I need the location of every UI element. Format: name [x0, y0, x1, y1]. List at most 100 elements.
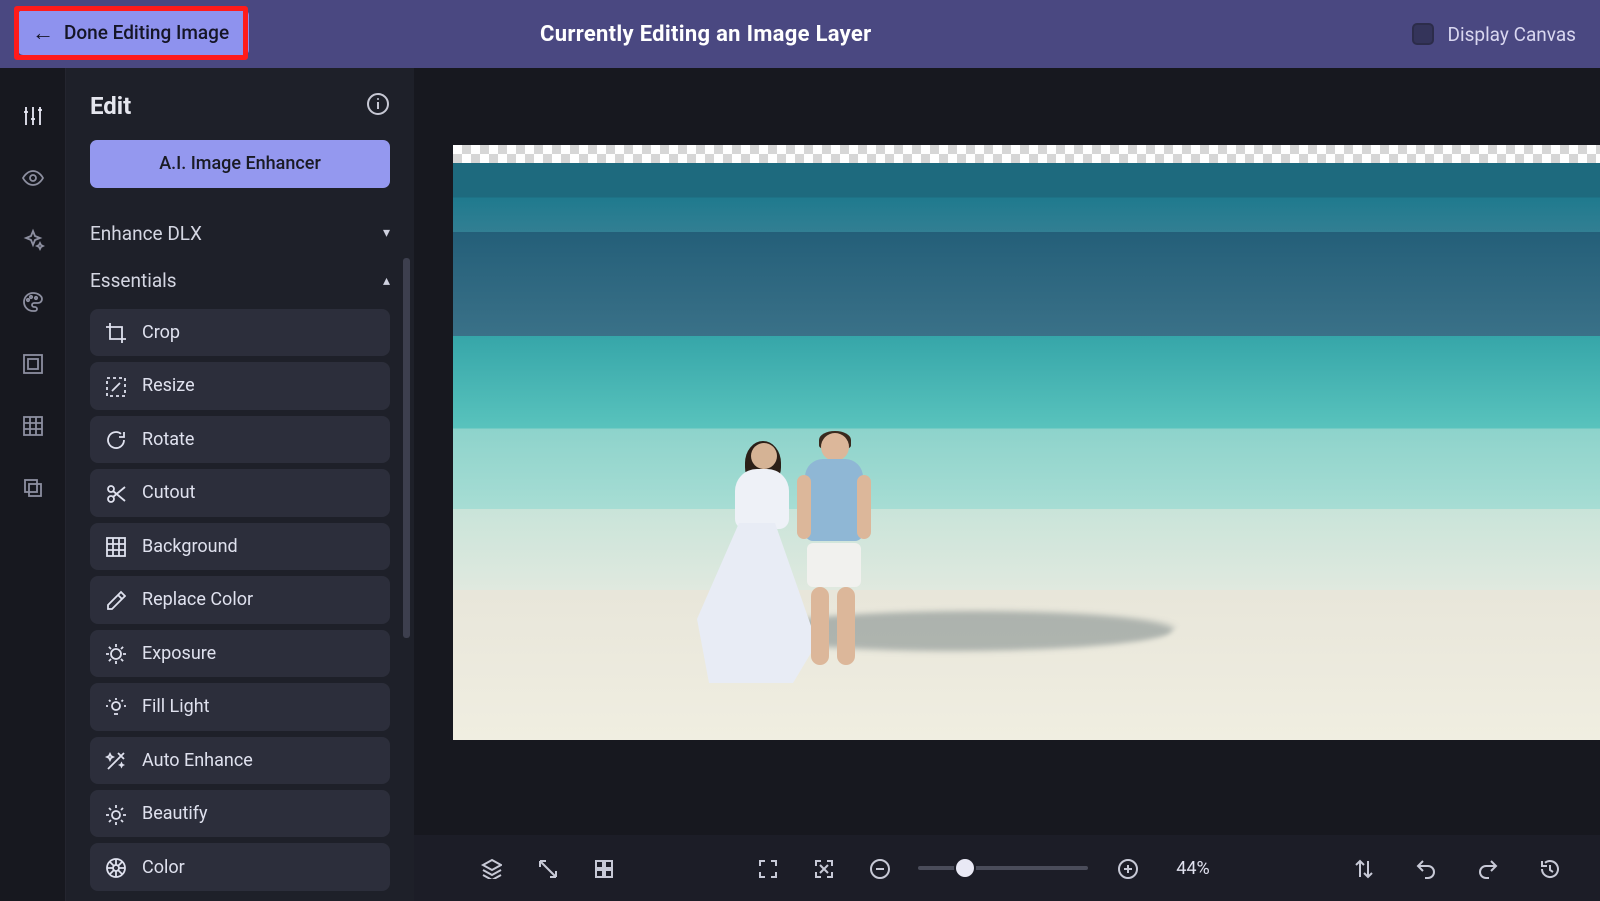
crop-icon — [104, 321, 126, 343]
checkbox-icon — [1412, 23, 1434, 45]
grid-button[interactable] — [582, 847, 624, 889]
actual-size-button[interactable] — [802, 847, 844, 889]
group-enhance-dlx-label: Enhance DLX — [90, 222, 202, 245]
cutout-icon — [104, 482, 126, 504]
beautify-icon — [104, 803, 126, 825]
tool-crop-label: Crop — [142, 322, 180, 343]
tool-rotate[interactable]: Rotate — [90, 416, 390, 463]
tool-beautify[interactable]: Beautify — [90, 790, 390, 837]
rotate-icon — [104, 428, 126, 450]
tool-replace-color[interactable]: Replace Color — [90, 576, 390, 623]
eyedropper-icon — [104, 589, 126, 611]
layers-icon — [480, 857, 502, 879]
tool-color-label: Color — [142, 857, 185, 878]
tool-rotate-label: Rotate — [142, 429, 194, 450]
background-icon — [104, 535, 126, 557]
canvas-area: 44% — [414, 68, 1600, 901]
expand-icon — [536, 857, 558, 879]
ai-image-enhancer-label: A.I. Image Enhancer — [159, 153, 321, 174]
ai-image-enhancer-button[interactable]: A.I. Image Enhancer — [90, 140, 390, 188]
zoom-out-button[interactable] — [858, 847, 900, 889]
rail-layers[interactable] — [19, 474, 47, 502]
rail-eye[interactable] — [19, 164, 47, 192]
eye-icon — [21, 166, 45, 190]
history-group — [1342, 847, 1570, 889]
tool-crop[interactable]: Crop — [90, 309, 390, 356]
layers-button[interactable] — [470, 847, 512, 889]
tool-exposure[interactable]: Exposure — [90, 630, 390, 677]
tool-background-label: Background — [142, 536, 238, 557]
compare-button[interactable] — [1342, 847, 1384, 889]
zoom-controls: 44% — [858, 847, 1220, 889]
zoom-out-icon — [868, 857, 890, 879]
exposure-icon — [104, 642, 126, 664]
tool-resize-label: Resize — [142, 375, 195, 396]
tool-fill-light-label: Fill Light — [142, 696, 210, 717]
zoom-slider[interactable] — [918, 866, 1088, 870]
pattern-icon — [21, 414, 45, 438]
magic-wand-icon — [104, 749, 126, 771]
actual-size-icon — [812, 857, 834, 879]
tool-resize[interactable]: Resize — [90, 362, 390, 409]
tool-auto-enhance[interactable]: Auto Enhance — [90, 737, 390, 784]
back-button[interactable]: ← Done Editing Image — [18, 10, 249, 55]
tool-color[interactable]: Color — [90, 843, 390, 890]
tool-cutout-label: Cutout — [142, 482, 195, 503]
fill-light-icon — [104, 696, 126, 718]
beach-scene — [453, 163, 1600, 740]
figure-man — [793, 433, 873, 683]
fit-screen-button[interactable] — [746, 847, 788, 889]
rail-texture[interactable] — [19, 412, 47, 440]
color-wheel-icon — [104, 856, 126, 878]
group-essentials[interactable]: Essentials ▴ — [66, 257, 414, 305]
tool-beautify-label: Beautify — [142, 803, 208, 824]
group-enhance-dlx[interactable]: Enhance DLX ▾ — [66, 210, 414, 258]
fit-screen-icon — [756, 857, 778, 879]
expand-button[interactable] — [526, 847, 568, 889]
rail-palette[interactable] — [19, 288, 47, 316]
zoom-value: 44% — [1166, 858, 1220, 879]
history-button[interactable] — [1528, 847, 1570, 889]
display-canvas-label: Display Canvas — [1448, 23, 1576, 46]
compare-icon — [1352, 857, 1374, 879]
layers-overlap-icon — [21, 476, 45, 500]
chevron-up-icon: ▴ — [383, 273, 390, 289]
undo-button[interactable] — [1404, 847, 1446, 889]
canvas-viewport[interactable] — [414, 68, 1600, 835]
group-essentials-label: Essentials — [90, 269, 177, 292]
essentials-tools-list: Crop Resize Rotate Cutout Background Rep… — [66, 305, 414, 901]
app-body: Edit A.I. Image Enhancer Enhance DLX ▾ E… — [0, 68, 1600, 901]
sparkle-icon — [21, 228, 45, 252]
info-icon — [366, 92, 390, 116]
topbar: ← Done Editing Image Currently Editing a… — [0, 0, 1600, 68]
zoom-in-icon — [1116, 857, 1138, 879]
edit-panel: Edit A.I. Image Enhancer Enhance DLX ▾ E… — [66, 68, 414, 901]
image-layer[interactable] — [453, 145, 1600, 740]
grid-icon — [592, 857, 614, 879]
history-icon — [1538, 857, 1560, 879]
tool-auto-enhance-label: Auto Enhance — [142, 750, 253, 771]
tool-replace-color-label: Replace Color — [142, 589, 253, 610]
frame-icon — [21, 352, 45, 376]
tool-fill-light[interactable]: Fill Light — [90, 683, 390, 730]
resize-icon — [104, 375, 126, 397]
info-button[interactable] — [366, 92, 390, 120]
adjust-icon — [21, 104, 45, 128]
rail-frame[interactable] — [19, 350, 47, 378]
undo-icon — [1414, 857, 1436, 879]
tool-cutout[interactable]: Cutout — [90, 469, 390, 516]
back-button-label: Done Editing Image — [64, 21, 229, 44]
panel-title: Edit — [90, 92, 131, 120]
topbar-title: Currently Editing an Image Layer — [540, 22, 871, 47]
redo-button[interactable] — [1466, 847, 1508, 889]
tool-background[interactable]: Background — [90, 523, 390, 570]
panel-scrollbar[interactable] — [403, 258, 410, 638]
arrow-left-icon: ← — [32, 20, 54, 46]
chevron-down-icon: ▾ — [383, 225, 390, 241]
rail-adjust[interactable] — [19, 102, 47, 130]
rail-effects[interactable] — [19, 226, 47, 254]
zoom-slider-thumb[interactable] — [956, 859, 974, 877]
display-canvas-toggle[interactable]: Display Canvas — [1412, 23, 1576, 46]
zoom-in-button[interactable] — [1106, 847, 1148, 889]
redo-icon — [1476, 857, 1498, 879]
